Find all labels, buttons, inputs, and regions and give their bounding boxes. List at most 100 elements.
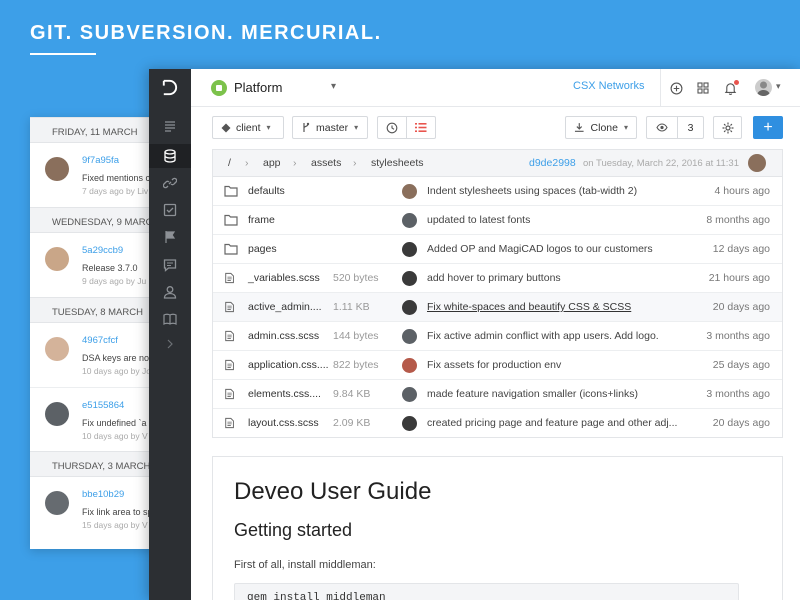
commit-message: Fix undefined `a: [82, 418, 147, 428]
file-icon: [225, 359, 234, 371]
file-size: 144 bytes: [333, 330, 379, 342]
avatar: [402, 358, 417, 373]
list-icon: [415, 123, 427, 132]
commit-message-link[interactable]: Fix active admin conflict with app users…: [427, 330, 659, 342]
download-icon: [574, 123, 584, 132]
avatar: [45, 402, 69, 426]
avatar: [45, 157, 69, 181]
breadcrumb-separator: ›: [245, 157, 249, 169]
repository-select-button[interactable]: client ▾: [212, 116, 284, 139]
flag-icon[interactable]: [160, 227, 180, 247]
breadcrumb-root[interactable]: /: [228, 157, 231, 169]
commit-message-link[interactable]: created pricing page and feature page an…: [427, 417, 677, 429]
add-circle-icon[interactable]: [667, 79, 685, 97]
avatar: [748, 154, 766, 172]
user-avatar[interactable]: [755, 79, 772, 96]
file-icon: [225, 388, 234, 400]
breadcrumb-item[interactable]: assets: [311, 157, 341, 169]
commit-hash-link[interactable]: bbe10b29: [82, 489, 124, 500]
commit-message-link[interactable]: updated to latest fonts: [427, 214, 530, 226]
notifications-bell-icon[interactable]: [721, 79, 739, 97]
file-name-link[interactable]: application.css....: [248, 359, 329, 371]
commit-hash-link[interactable]: 9f7a95fa: [82, 155, 119, 166]
last-commit-hash-link[interactable]: d9de2998: [529, 157, 576, 169]
add-button[interactable]: +: [753, 116, 783, 139]
file-name-link[interactable]: pages: [248, 243, 277, 255]
activity-feed-icon[interactable]: [160, 116, 180, 136]
deveo-logo-icon[interactable]: [160, 78, 179, 97]
file-row[interactable]: _variables.scss 520 bytes add hover to pri…: [213, 264, 782, 293]
file-name-link[interactable]: admin.css.scss: [248, 330, 319, 342]
list-view-button[interactable]: [406, 116, 436, 139]
breadcrumb-separator: ›: [353, 157, 357, 169]
file-name-link[interactable]: layout.css.scss: [248, 417, 319, 429]
settings-button[interactable]: [713, 116, 742, 139]
file-row[interactable]: elements.css.... 9.84 KB made feature navi…: [213, 380, 782, 409]
commit-hash-link[interactable]: e5155864: [82, 400, 124, 411]
commit-age: 20 days ago: [712, 417, 770, 429]
file-name-link[interactable]: defaults: [248, 185, 285, 197]
branch-select-button[interactable]: master ▾: [292, 116, 368, 139]
watch-button[interactable]: [646, 116, 678, 139]
file-row[interactable]: layout.css.scss 2.09 KB created pricing pa…: [213, 409, 782, 438]
folder-icon: [224, 243, 238, 255]
avatar: [402, 242, 417, 257]
organization-link[interactable]: CSX Networks: [573, 80, 645, 92]
readme-intro: First of all, install middleman:: [234, 559, 376, 571]
file-size: 520 bytes: [333, 272, 379, 284]
file-size: 1.11 KB: [333, 301, 370, 313]
file-name-link[interactable]: active_admin....: [248, 301, 322, 313]
file-row[interactable]: frame updated to latest fonts 8 months ago: [213, 206, 782, 235]
headline-underline: [30, 53, 96, 55]
watchers-count[interactable]: 3: [677, 116, 704, 139]
repository-icon[interactable]: [149, 144, 191, 168]
apps-grid-icon[interactable]: [694, 79, 712, 97]
chat-icon[interactable]: [160, 255, 180, 275]
file-row[interactable]: active_admin.... 1.11 KB Fix white-spaces …: [213, 293, 782, 322]
breadcrumb-item[interactable]: stylesheets: [371, 157, 424, 169]
folder-icon: [224, 214, 238, 226]
avatar: [402, 387, 417, 402]
commit-message-link[interactable]: add hover to primary buttons: [427, 272, 561, 284]
file-name-link[interactable]: _variables.scss: [248, 272, 320, 284]
commit-age: 3 months ago: [706, 388, 770, 400]
commit-message-link[interactable]: Added OP and MagiCAD logos to our custom…: [427, 243, 653, 255]
avatar: [45, 337, 69, 361]
commit-meta: 10 days ago by V: [82, 431, 148, 441]
file-row[interactable]: admin.css.scss 144 bytes Fix active admin …: [213, 322, 782, 351]
file-row[interactable]: application.css.... 822 bytes Fix assets f…: [213, 351, 782, 380]
page-headline: GIT. SUBVERSION. MERCURIAL.: [30, 22, 382, 44]
chevron-down-icon[interactable]: ▾: [776, 81, 781, 92]
commit-hash-link[interactable]: 4967cfcf: [82, 335, 118, 346]
chevron-down-icon[interactable]: ▾: [331, 81, 336, 92]
file-name-link[interactable]: elements.css....: [248, 388, 321, 400]
readme-title: Deveo User Guide: [234, 478, 432, 505]
commit-message-link[interactable]: Fix assets for production env: [427, 359, 561, 371]
history-view-button[interactable]: [377, 116, 407, 139]
commit-message-link[interactable]: made feature navigation smaller (icons+l…: [427, 388, 638, 400]
file-name-link[interactable]: frame: [248, 214, 275, 226]
project-icon: [211, 80, 227, 96]
readme-subtitle: Getting started: [234, 520, 353, 540]
commit-message-link[interactable]: Indent stylesheets using spaces (tab-wid…: [427, 185, 637, 197]
commit-hash-link[interactable]: 5a29ccb9: [82, 245, 123, 256]
commit-message-link[interactable]: Fix white-spaces and beautify CSS & SCSS: [427, 301, 631, 313]
project-switcher[interactable]: Platform: [234, 80, 282, 95]
expand-chevron-icon[interactable]: [160, 334, 180, 354]
chevron-down-icon: ▾: [266, 123, 271, 132]
avatar: [402, 271, 417, 286]
breadcrumb-item[interactable]: app: [263, 157, 281, 169]
file-row[interactable]: defaults Indent stylesheets using spaces …: [213, 177, 782, 206]
breadcrumb-separator: ›: [293, 157, 297, 169]
last-commit-date: on Tuesday, March 22, 2016 at 11:31: [583, 158, 739, 169]
history-clock-icon: [386, 122, 398, 133]
commit-age: 21 hours ago: [708, 272, 770, 284]
clone-button[interactable]: Clone ▾: [565, 116, 637, 139]
file-row[interactable]: pages Added OP and MagiCAD logos to our c…: [213, 235, 782, 264]
file-size: 822 bytes: [333, 359, 379, 371]
book-icon[interactable]: [160, 309, 180, 329]
tasks-check-icon[interactable]: [160, 200, 180, 220]
user-icon[interactable]: [160, 282, 180, 302]
link-icon[interactable]: [160, 173, 180, 193]
chevron-down-icon: ▾: [354, 123, 359, 132]
